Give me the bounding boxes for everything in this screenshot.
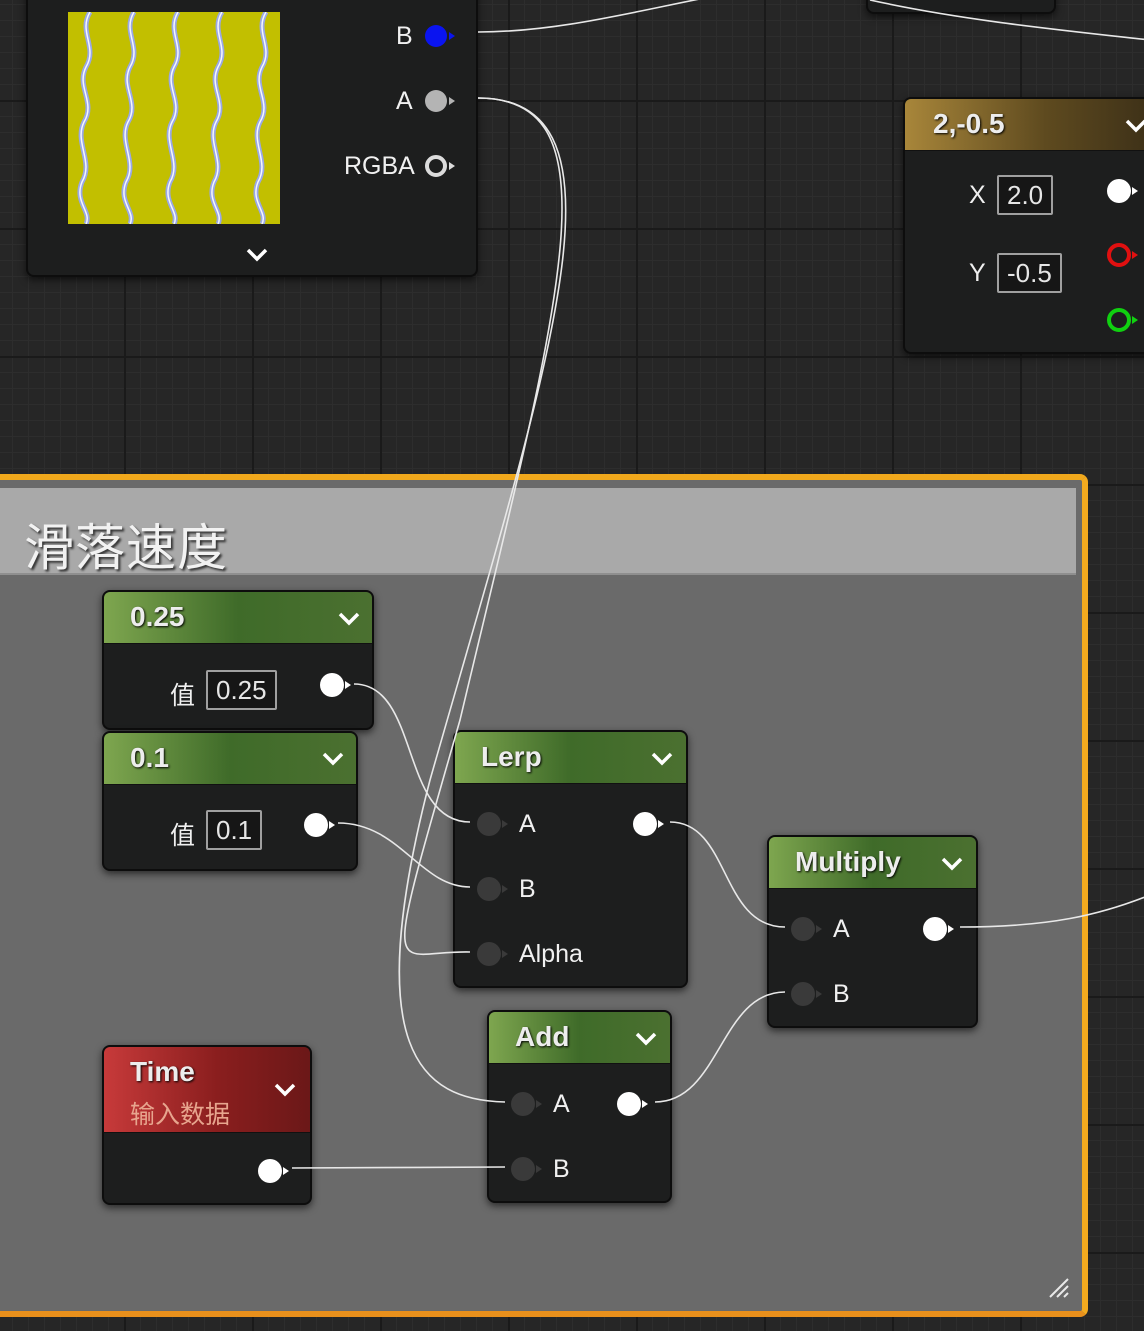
value-label: 值 bbox=[170, 822, 196, 850]
input-alpha-pin-icon[interactable] bbox=[475, 940, 511, 968]
input-a-pin-icon[interactable] bbox=[475, 810, 511, 838]
value-label: 值 bbox=[170, 682, 196, 710]
output-pin-icon[interactable] bbox=[1105, 177, 1141, 205]
time-node[interactable]: Time 输入数据 bbox=[102, 1045, 312, 1205]
input-b-label: B bbox=[553, 1155, 570, 1183]
value-field[interactable]: 0.25 bbox=[206, 670, 277, 710]
input-a-label: A bbox=[519, 810, 536, 838]
comment-title: 滑落速度 bbox=[24, 520, 228, 576]
output-pin-icon[interactable] bbox=[318, 671, 354, 699]
wire-texture-b-out bbox=[477, 0, 699, 33]
resize-grip-icon[interactable] bbox=[1046, 1275, 1070, 1299]
node-title: Multiply bbox=[795, 846, 901, 877]
y-label: Y bbox=[969, 259, 986, 287]
x-value-field[interactable]: 2.0 bbox=[997, 175, 1054, 215]
node-title: 2,-0.5 bbox=[933, 108, 1005, 139]
output-pin-icon[interactable] bbox=[256, 1157, 292, 1185]
multiply-node[interactable]: Multiply A B bbox=[767, 835, 978, 1028]
x-label: X bbox=[969, 181, 986, 209]
node-title: 0.1 bbox=[130, 742, 169, 773]
input-a-pin-icon[interactable] bbox=[789, 915, 825, 943]
input-b-pin-icon[interactable] bbox=[789, 980, 825, 1008]
chevron-down-icon[interactable] bbox=[651, 752, 673, 766]
expand-chevron-icon[interactable] bbox=[246, 248, 268, 262]
chevron-down-icon[interactable] bbox=[338, 612, 360, 626]
output-g-pin-icon[interactable] bbox=[1105, 306, 1141, 334]
node-header[interactable]: 0.25 bbox=[104, 592, 372, 644]
output-b-pin-icon[interactable] bbox=[424, 22, 460, 50]
texture-preview-image bbox=[68, 12, 280, 224]
node-title: 0.25 bbox=[130, 601, 185, 632]
y-value-field[interactable]: -0.5 bbox=[997, 253, 1062, 293]
node-subtitle: 输入数据 bbox=[130, 1101, 231, 1129]
offscreen-node[interactable] bbox=[866, 0, 1056, 14]
input-b-label: B bbox=[833, 980, 850, 1008]
chevron-down-icon[interactable] bbox=[635, 1032, 657, 1046]
node-header[interactable]: Multiply bbox=[769, 837, 976, 889]
node-header[interactable]: Lerp bbox=[455, 732, 686, 784]
add-node[interactable]: Add A B bbox=[487, 1010, 672, 1203]
comment-header[interactable]: 滑落速度 bbox=[0, 488, 1076, 576]
chevron-down-icon[interactable] bbox=[274, 1083, 296, 1097]
constant-01-node[interactable]: 0.1 值 0.1 bbox=[102, 731, 358, 871]
output-rgba-pin-icon[interactable] bbox=[424, 152, 460, 180]
node-title: Lerp bbox=[481, 741, 542, 772]
output-pin-icon[interactable] bbox=[631, 810, 667, 838]
input-a-label: A bbox=[553, 1090, 570, 1118]
output-a-pin-icon[interactable] bbox=[424, 87, 460, 115]
output-rgba-label: RGBA bbox=[344, 152, 415, 180]
input-b-pin-icon[interactable] bbox=[475, 875, 511, 903]
constant-025-node[interactable]: 0.25 值 0.25 bbox=[102, 590, 374, 730]
input-a-pin-icon[interactable] bbox=[509, 1090, 545, 1118]
texture-sample-node[interactable]: B A RGBA bbox=[26, 0, 478, 277]
node-header[interactable]: 0.1 bbox=[104, 733, 356, 785]
output-r-pin-icon[interactable] bbox=[1105, 241, 1141, 269]
output-pin-icon[interactable] bbox=[921, 915, 957, 943]
input-alpha-label: Alpha bbox=[519, 940, 583, 968]
chevron-down-icon[interactable] bbox=[941, 857, 963, 871]
output-a-label: A bbox=[396, 87, 413, 115]
node-title: Add bbox=[515, 1021, 570, 1052]
input-b-pin-icon[interactable] bbox=[509, 1155, 545, 1183]
node-title: Time bbox=[130, 1056, 195, 1087]
lerp-node[interactable]: Lerp A B Alpha bbox=[453, 730, 688, 988]
output-b-label: B bbox=[396, 22, 413, 50]
value-field[interactable]: 0.1 bbox=[206, 810, 263, 850]
output-pin-icon[interactable] bbox=[302, 811, 338, 839]
node-header[interactable]: Add bbox=[489, 1012, 670, 1064]
output-pin-icon[interactable] bbox=[615, 1090, 651, 1118]
chevron-down-icon[interactable] bbox=[1125, 119, 1144, 133]
input-b-label: B bbox=[519, 875, 536, 903]
node-header[interactable]: Time 输入数据 bbox=[104, 1047, 310, 1133]
chevron-down-icon[interactable] bbox=[322, 752, 344, 766]
input-a-label: A bbox=[833, 915, 850, 943]
node-header[interactable]: 2,-0.5 bbox=[905, 99, 1144, 151]
constant2vector-node[interactable]: 2,-0.5 X 2.0 Y -0.5 bbox=[903, 97, 1144, 354]
